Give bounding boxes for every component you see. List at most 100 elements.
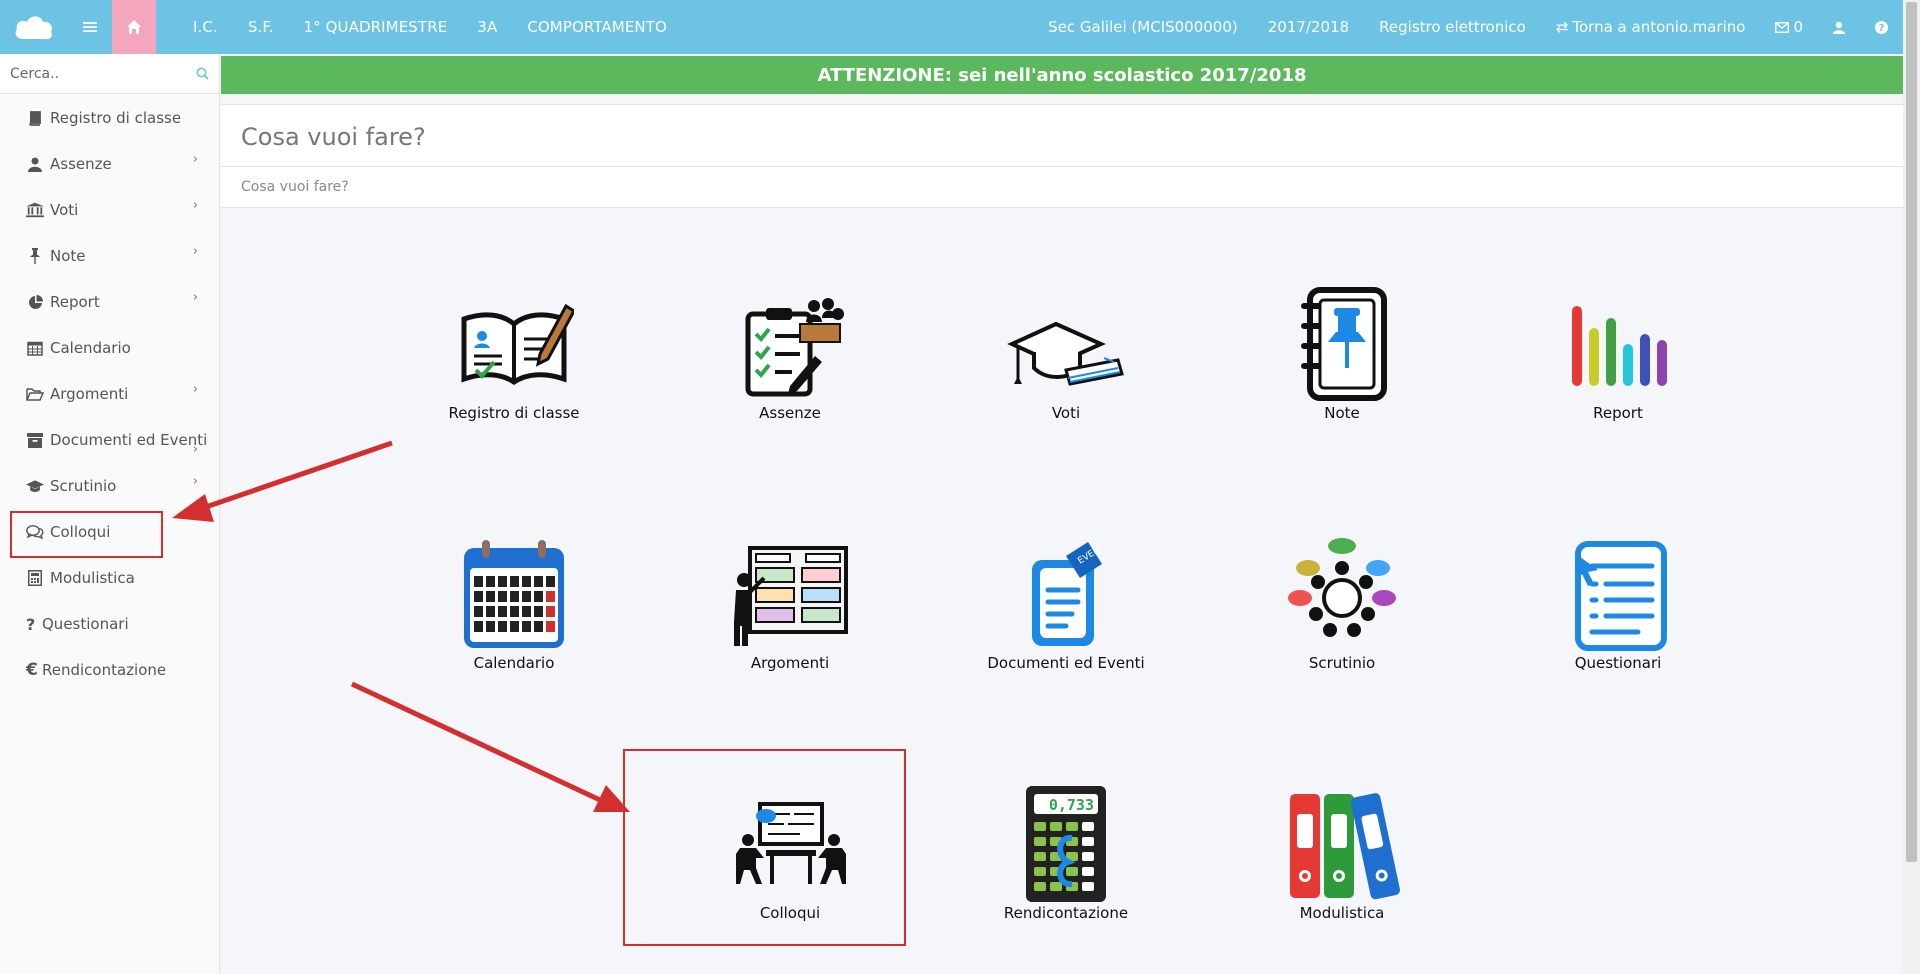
- calendar-day-cell: [546, 591, 555, 602]
- tile-calendario[interactable]: Calendario: [414, 534, 614, 684]
- tile-label: Rendicontazione: [1003, 904, 1129, 922]
- year-selector[interactable]: 2017/2018: [1253, 18, 1364, 36]
- sidebar-item-calendario[interactable]: Calendario: [0, 328, 220, 368]
- scrollbar-thumb[interactable]: [1906, 2, 1917, 862]
- pie-chart-icon: [26, 294, 44, 310]
- sidebar-item-modulistica[interactable]: Modulistica: [0, 558, 220, 598]
- crumb-sf[interactable]: S.F.: [233, 18, 289, 36]
- calculator-key: [1082, 852, 1094, 861]
- crumb-subject[interactable]: COMPORTAMENTO: [512, 18, 682, 36]
- bar-chart-icon: [1572, 306, 1667, 386]
- calendar-day-cell: [510, 576, 519, 587]
- calendar-icon: [464, 540, 564, 648]
- sidebar-item-argomenti[interactable]: Argomenti ›: [0, 374, 220, 414]
- book-icon: [26, 110, 44, 126]
- swap-arrows-icon: ⇄: [1555, 18, 1569, 36]
- graduation-cap-papers-icon: [1007, 321, 1124, 386]
- chevron-right-icon: ›: [192, 474, 198, 489]
- sidebar-item-registro[interactable]: Registro di classe: [0, 98, 220, 138]
- back-to-user-link[interactable]: ⇄ Torna a antonio.marino: [1541, 18, 1761, 36]
- calendar-day-cell: [474, 621, 483, 632]
- tile-argomenti[interactable]: Argomenti: [690, 534, 890, 684]
- home-icon[interactable]: [112, 0, 156, 54]
- tile-modulistica[interactable]: Modulistica: [1242, 784, 1442, 934]
- chevron-right-icon: ›: [192, 152, 198, 167]
- tile-label: Voti: [1051, 404, 1081, 422]
- calendar-day-cell: [474, 591, 483, 602]
- chevron-right-icon: ›: [192, 290, 198, 305]
- sidebar-item-rendicontazione[interactable]: € Rendicontazione: [0, 650, 220, 690]
- user-icon[interactable]: [1818, 21, 1860, 34]
- meeting-round-table-icon: [1288, 538, 1396, 637]
- calendar-icon: [26, 340, 44, 356]
- school-selector[interactable]: Sec Galilei (MCIS000000): [1033, 18, 1253, 36]
- sidebar-item-questionari[interactable]: ? Questionari: [0, 604, 220, 644]
- calendar-day-cell: [498, 621, 507, 632]
- tile-registro-di-classe[interactable]: Registro di classe: [414, 284, 614, 434]
- svg-text:?: ?: [1879, 23, 1885, 34]
- tile-report[interactable]: Report: [1518, 284, 1718, 434]
- search-icon[interactable]: [196, 67, 209, 80]
- tile-rendicontazione[interactable]: 0,733 Rendicontazione: [966, 784, 1166, 934]
- calendar-day-cell: [534, 621, 543, 632]
- arrow-to-tile: [350, 681, 630, 812]
- crumb-period[interactable]: 1° QUADRIMESTRE: [289, 18, 463, 36]
- back-to-user-label: Torna a antonio.marino: [1572, 18, 1746, 36]
- crumb-ic[interactable]: I.C.: [178, 18, 233, 36]
- calendar-day-cell: [534, 606, 543, 617]
- calendar-day-cell: [534, 591, 543, 602]
- calendar-day-cell: [510, 591, 519, 602]
- sidebar-item-label: Documenti ed Eventi: [50, 431, 208, 449]
- calendar-day-cell: [474, 606, 483, 617]
- calculator-key: [1066, 867, 1078, 876]
- sidebar-item-voti[interactable]: Voti ›: [0, 190, 220, 230]
- sidebar-item-note[interactable]: Note ›: [0, 236, 220, 276]
- tile-label: Argomenti: [750, 654, 830, 672]
- calendar-day-cell: [522, 576, 531, 587]
- teacher-board-icon: [734, 546, 848, 646]
- tile-label: Registro di classe: [448, 404, 580, 422]
- tile-note[interactable]: Note: [1242, 284, 1442, 434]
- clipboard-checklist-icon: [745, 298, 844, 397]
- chevron-right-icon: ›: [192, 198, 198, 213]
- document-ticket-icon: EVENT: [1032, 542, 1107, 646]
- crumb-class[interactable]: 3A: [462, 18, 512, 36]
- sidebar-item-scrutinio[interactable]: Scrutinio ›: [0, 466, 220, 506]
- sidebar-item-documenti[interactable]: Documenti ed Eventi ›: [0, 420, 220, 460]
- calendar-day-cell: [522, 591, 531, 602]
- sidebar-item-label: Modulistica: [50, 569, 135, 587]
- sidebar-item-label: Note: [50, 247, 86, 265]
- tile-documenti-ed-eventi[interactable]: EVENT Documenti ed Eventi: [966, 534, 1166, 684]
- messages-count: 0: [1793, 18, 1803, 36]
- calculator-key: [1034, 882, 1046, 891]
- calendar-day-cell: [498, 591, 507, 602]
- sidebar-item-label: Voti: [50, 201, 79, 219]
- chevron-right-icon: ›: [192, 244, 198, 259]
- tile-label: Report: [1593, 404, 1643, 422]
- hamburger-icon[interactable]: ≡: [68, 0, 112, 54]
- page-header-panel: Cosa vuoi fare? Cosa vuoi fare?: [221, 104, 1903, 208]
- tile-scrutinio[interactable]: Scrutinio: [1242, 534, 1442, 684]
- questionnaire-icon: [1575, 541, 1667, 651]
- calendar-day-cell: [486, 576, 495, 587]
- pin-icon: [26, 248, 44, 264]
- tile-voti[interactable]: Voti: [966, 284, 1166, 434]
- sidebar-item-assenze[interactable]: Assenze ›: [0, 144, 220, 184]
- help-icon[interactable]: ?: [1860, 20, 1903, 34]
- open-book-icon: [461, 303, 574, 386]
- calendar-day-cell: [546, 606, 555, 617]
- page-scrollbar[interactable]: [1903, 0, 1920, 974]
- messages-button[interactable]: 0: [1760, 18, 1818, 36]
- sidebar-item-report[interactable]: Report ›: [0, 282, 220, 322]
- notebook-pin-icon: [1301, 287, 1387, 401]
- cloud-logo[interactable]: [0, 0, 68, 54]
- calculator-display: 0,733: [1049, 796, 1094, 814]
- tile-questionari[interactable]: Questionari: [1518, 534, 1718, 684]
- calendar-day-cell: [498, 576, 507, 587]
- search-input[interactable]: [10, 65, 196, 82]
- annotation-box-tile: [623, 749, 906, 946]
- tile-assenze[interactable]: Assenze: [690, 284, 890, 434]
- app-name-link[interactable]: Registro elettronico: [1364, 18, 1541, 36]
- calendar-day-cell: [546, 621, 555, 632]
- archive-icon: [26, 432, 44, 448]
